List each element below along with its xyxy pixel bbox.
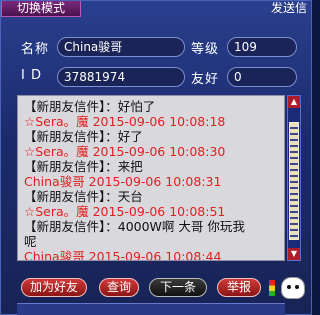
switch-mode-tab[interactable]: 切换模式 — [1, 1, 81, 17]
add-friend-button[interactable]: 加为好友 — [21, 278, 87, 297]
query-button[interactable]: 查询 — [99, 278, 139, 297]
scroll-down-icon[interactable]: ▼ — [288, 248, 300, 260]
signal-bar-icon — [269, 280, 275, 296]
name-label: 名称 — [21, 42, 50, 57]
message-timestamp: ☆Sera。魔 2015-09-06 10:08:51 — [24, 204, 226, 219]
message-line: 【新朋友信件】：4000W啊 大哥 你玩我 — [24, 219, 245, 234]
mail-panel: 切换模式 发送信 名称 China骏哥 等级 109 I D 37881974 … — [0, 0, 312, 315]
scroll-up-icon[interactable]: ▲ — [288, 96, 300, 108]
message-line: 【新朋友信件】：好了 — [24, 129, 143, 144]
message-line: 【新朋友信件】：好怕了 — [24, 99, 156, 114]
scroll-thumb[interactable] — [289, 122, 299, 240]
level-label: 等级 — [191, 42, 220, 57]
pet-icon[interactable] — [281, 277, 305, 299]
compose-area[interactable] — [17, 303, 285, 315]
friendship-field: 0 — [227, 67, 297, 87]
friendship-label: 友好 — [191, 72, 220, 87]
message-line: 呢 — [24, 234, 37, 249]
next-message-button[interactable]: 下一条 — [149, 278, 207, 297]
level-field: 109 — [227, 37, 297, 57]
message-line: 【新朋友信件】：天台 — [24, 189, 143, 204]
name-field: China骏哥 — [57, 37, 185, 57]
message-timestamp: ☆Sera。魔 2015-09-06 10:08:18 — [24, 114, 226, 129]
message-log[interactable]: 【新朋友信件】：好怕了 ☆Sera。魔 2015-09-06 10:08:18 … — [17, 95, 285, 261]
message-line: 【新朋友信件】：来把 — [24, 159, 143, 174]
message-timestamp: China骏哥 2015-09-06 10:08:31 — [24, 174, 222, 189]
id-label: I D — [21, 68, 42, 83]
message-timestamp: ☆Sera。魔 2015-09-06 10:08:30 — [24, 144, 226, 159]
report-button[interactable]: 举报 — [217, 278, 261, 297]
send-mail-tab[interactable]: 发送信 — [255, 1, 311, 17]
message-scrollbar[interactable]: ▲ ▼ — [287, 95, 301, 261]
message-timestamp: China骏哥 2015-09-06 10:08:44 — [24, 249, 222, 261]
id-field: 37881974 — [57, 67, 185, 87]
